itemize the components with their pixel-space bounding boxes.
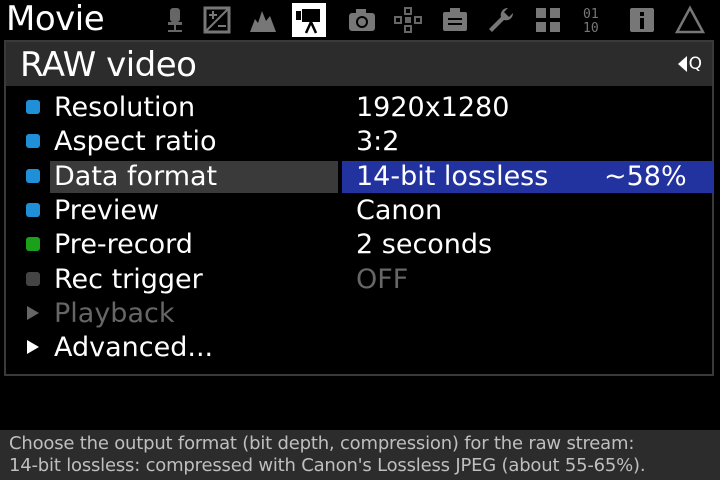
menu-item[interactable]: Data format 14-bit lossless ~58% <box>20 160 714 193</box>
tab-modules[interactable] <box>531 3 565 37</box>
svg-text:01: 01 <box>583 7 599 22</box>
current-tab-title: Movie <box>6 0 105 39</box>
menu-item-value: 14-bit lossless <box>356 160 549 192</box>
svg-text:10: 10 <box>583 21 599 35</box>
exposure-icon <box>203 6 231 34</box>
help-line-1: Choose the output format (bit depth, com… <box>9 433 635 454</box>
menu-item[interactable]: Pre-record 2 seconds <box>20 229 714 261</box>
menu-item-label: Advanced... <box>54 332 214 364</box>
raw-video-submenu: RAW video Q Resolution 1920x1280 Aspect ra… <box>4 40 714 376</box>
menu-item-value: 1920x1280 <box>356 92 510 123</box>
menu-item[interactable]: Advanced... <box>20 332 714 364</box>
microphone-icon <box>168 8 182 32</box>
submenu-header: RAW video Q <box>6 42 712 86</box>
back-arrow-icon <box>677 56 687 72</box>
menu-item[interactable]: Aspect ratio 3:2 <box>20 126 714 158</box>
wrench-icon <box>489 7 514 32</box>
tab-shoot[interactable] <box>345 3 379 37</box>
tab-warnings[interactable] <box>673 3 707 37</box>
zoom-hint-label: Q <box>688 54 702 74</box>
display-icon <box>443 8 467 31</box>
menu-item-value: 2 seconds <box>356 229 493 261</box>
focus-icon <box>394 7 422 33</box>
menu-item-label: Aspect ratio <box>54 126 217 158</box>
submenu-arrow-icon <box>27 340 39 355</box>
info-icon <box>630 8 654 32</box>
tab-overlay[interactable] <box>246 3 280 37</box>
zoom-hint: Q <box>677 54 702 74</box>
help-text-bar: Choose the output format (bit depth, com… <box>0 430 720 480</box>
menu-item-label: Preview <box>54 194 160 226</box>
tab-display[interactable] <box>438 3 472 37</box>
camera-icon <box>349 9 375 31</box>
menu-item-value: 3:2 <box>356 126 400 158</box>
status-indicator-icon <box>26 134 40 149</box>
menu-item[interactable]: Rec trigger OFF <box>20 264 714 296</box>
modules-icon <box>536 8 560 32</box>
menu-item[interactable]: Playback <box>20 298 714 330</box>
tab-exposure[interactable] <box>200 3 234 37</box>
menu-item[interactable]: Preview Canon <box>20 195 714 227</box>
menu-item-label: Playback <box>54 297 175 329</box>
tab-info[interactable] <box>625 3 659 37</box>
warning-icon <box>675 5 705 34</box>
menu-item-label: Pre-record <box>54 229 193 261</box>
tab-focus[interactable] <box>391 3 425 37</box>
debug-icon: 01 10 <box>583 7 599 35</box>
menu-item-value: Canon <box>356 194 443 226</box>
status-indicator-icon <box>26 168 40 183</box>
submenu-title: RAW video <box>20 45 197 85</box>
menu-item-label: Resolution <box>54 92 196 123</box>
menu-item-extra: ~58% <box>604 160 687 192</box>
status-indicator-icon <box>26 237 40 252</box>
menu-item-label: Rec trigger <box>54 263 203 295</box>
status-indicator-icon <box>26 100 40 114</box>
menu-item[interactable]: Resolution 1920x1280 <box>20 92 714 124</box>
tab-movie[interactable] <box>292 3 326 37</box>
movie-camera-icon <box>296 9 320 34</box>
status-indicator-icon <box>26 202 40 217</box>
tab-debug[interactable]: 01 10 <box>578 3 612 37</box>
help-line-2: 14-bit lossless: compressed with Canon's… <box>9 455 646 476</box>
tab-audio[interactable] <box>158 3 192 37</box>
menu-item-label: Data format <box>54 160 218 192</box>
submenu-arrow-icon <box>27 305 39 320</box>
top-menu-bar: Movie 01 10 <box>0 0 720 40</box>
menu-item-value: OFF <box>356 263 409 295</box>
histogram-icon <box>250 11 276 32</box>
status-indicator-icon <box>26 271 40 286</box>
tab-prefs[interactable] <box>484 3 518 37</box>
